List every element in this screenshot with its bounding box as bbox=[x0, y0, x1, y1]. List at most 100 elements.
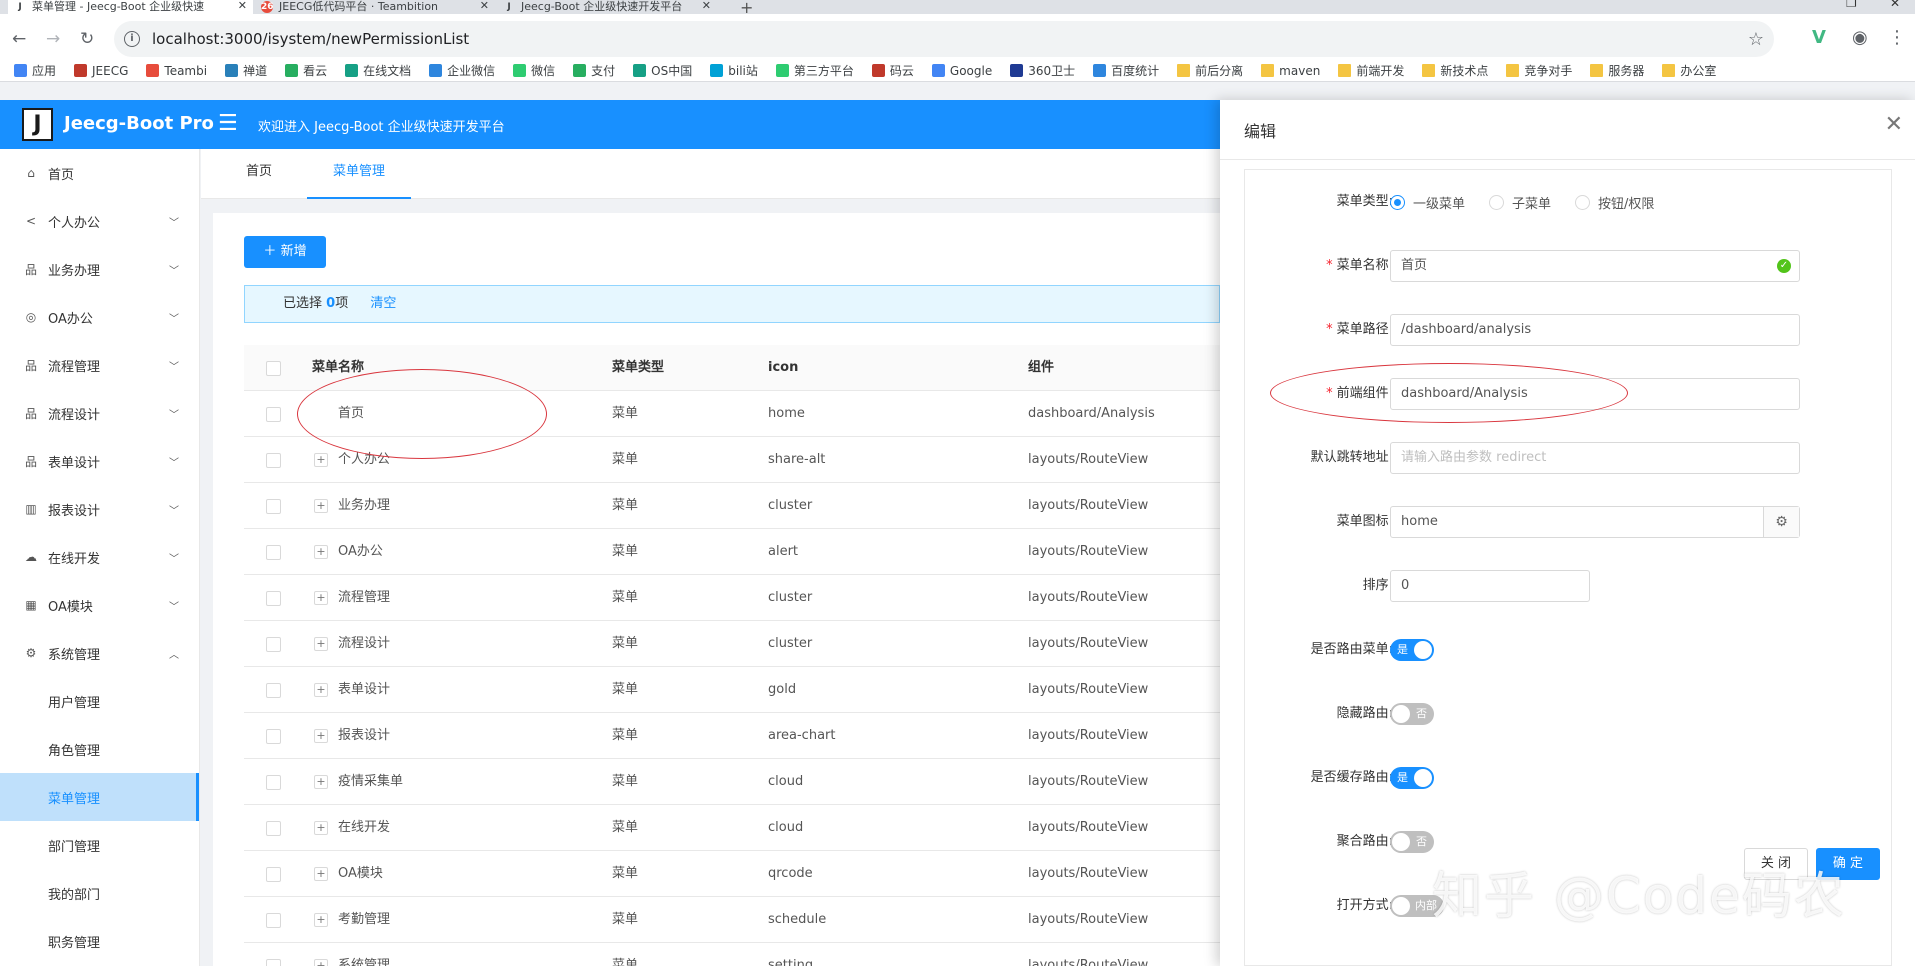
profile-avatar-icon[interactable]: ◉ bbox=[1852, 27, 1868, 48]
menu-path-input[interactable]: /dashboard/analysis bbox=[1390, 314, 1800, 346]
bookmark-item[interactable]: 在线文档 bbox=[345, 62, 411, 79]
tab-menu-management[interactable]: 菜单管理 bbox=[307, 149, 411, 199]
keep-alive-switch[interactable]: 是 bbox=[1390, 767, 1434, 789]
close-icon[interactable]: ✕ bbox=[702, 0, 711, 12]
bookmark-item[interactable]: 前后分离 bbox=[1177, 62, 1243, 79]
expand-row-icon[interactable]: + bbox=[314, 775, 328, 789]
sidebar-item-1[interactable]: < 个人办公 ﹀ bbox=[0, 197, 199, 245]
sidebar-subitem-0[interactable]: 用户管理 bbox=[0, 677, 199, 725]
sidebar-subitem-5[interactable]: 职务管理 bbox=[0, 917, 199, 965]
expand-row-icon[interactable]: + bbox=[314, 959, 328, 966]
expand-row-icon[interactable]: + bbox=[314, 913, 328, 927]
sidebar-item-10[interactable]: ⚙ 系统管理 ︿ bbox=[0, 629, 199, 677]
gear-icon[interactable]: ⚙ bbox=[1763, 507, 1799, 537]
bookmark-item[interactable]: 看云 bbox=[285, 62, 327, 79]
expand-row-icon[interactable]: + bbox=[314, 867, 328, 881]
omnibox[interactable]: i localhost:3000/isystem/newPermissionLi… bbox=[114, 21, 1774, 57]
bookmark-item[interactable]: 前端开发 bbox=[1338, 62, 1404, 79]
expand-row-icon[interactable]: + bbox=[314, 591, 328, 605]
row-checkbox[interactable] bbox=[266, 499, 281, 514]
table-row[interactable]: + 报表设计 菜单 area-chart layouts/RouteView bbox=[244, 713, 1220, 759]
clear-selection-link[interactable]: 清空 bbox=[370, 296, 396, 311]
is-route-switch[interactable]: 是 bbox=[1390, 639, 1434, 661]
bookmark-item[interactable]: 360卫士 bbox=[1010, 62, 1075, 79]
radio-sub-menu[interactable]: 子菜单 bbox=[1489, 193, 1551, 212]
browser-tab-2[interactable]: 26 JEECG低代码平台 · Teambition ✕ bbox=[255, 0, 495, 14]
row-checkbox[interactable] bbox=[266, 453, 281, 468]
sidebar-item-7[interactable]: ▥ 报表设计 ﹀ bbox=[0, 485, 199, 533]
vue-devtools-icon[interactable]: V bbox=[1812, 27, 1826, 48]
forward-icon[interactable]: → bbox=[46, 29, 60, 49]
bookmark-item[interactable]: OS中国 bbox=[633, 62, 692, 79]
sidebar-subitem-3[interactable]: 部门管理 bbox=[0, 821, 199, 869]
bookmark-item[interactable]: 服务器 bbox=[1590, 62, 1644, 79]
reload-icon[interactable]: ↻ bbox=[80, 29, 94, 49]
expand-row-icon[interactable]: + bbox=[314, 545, 328, 559]
browser-tab-3[interactable]: J Jeecg-Boot 企业级快速开发平台 ✕ bbox=[497, 0, 717, 14]
bookmark-item[interactable]: Google bbox=[931, 64, 992, 78]
bookmark-item[interactable]: 百度统计 bbox=[1093, 62, 1159, 79]
row-checkbox[interactable] bbox=[266, 729, 281, 744]
sidebar-item-2[interactable]: 品业务办理 ﹀ bbox=[0, 245, 199, 293]
sidebar-subitem-1[interactable]: 角色管理 bbox=[0, 725, 199, 773]
sidebar-item-5[interactable]: 品流程设计 ﹀ bbox=[0, 389, 199, 437]
sidebar-item-6[interactable]: 品表单设计 ﹀ bbox=[0, 437, 199, 485]
expand-row-icon[interactable]: + bbox=[314, 499, 328, 513]
row-checkbox[interactable] bbox=[266, 775, 281, 790]
table-row[interactable]: + 在线开发 菜单 cloud layouts/RouteView bbox=[244, 805, 1220, 851]
table-row[interactable]: + 流程管理 菜单 cluster layouts/RouteView bbox=[244, 575, 1220, 621]
sidebar-subitem-2[interactable]: 菜单管理 bbox=[0, 773, 199, 821]
bookmark-item[interactable]: 禅道 bbox=[225, 62, 267, 79]
row-checkbox[interactable] bbox=[266, 637, 281, 652]
table-row[interactable]: + 考勤管理 菜单 schedule layouts/RouteView bbox=[244, 897, 1220, 943]
back-icon[interactable]: ← bbox=[12, 29, 26, 49]
always-show-switch[interactable]: 否 bbox=[1390, 831, 1434, 853]
bookmark-item[interactable]: maven bbox=[1261, 64, 1320, 78]
sidebar-item-8[interactable]: ☁ 在线开发 ﹀ bbox=[0, 533, 199, 581]
bookmark-item[interactable]: 应用 bbox=[14, 62, 56, 79]
close-window-icon[interactable]: ✕ bbox=[1890, 0, 1900, 10]
row-checkbox[interactable] bbox=[266, 821, 281, 836]
maximize-icon[interactable]: ❐ bbox=[1846, 0, 1857, 10]
table-row[interactable]: + 个人办公 菜单 share-alt layouts/RouteView bbox=[244, 437, 1220, 483]
radio-button-permission[interactable]: 按钮/权限 bbox=[1575, 193, 1654, 212]
radio-top-menu[interactable]: 一级菜单 bbox=[1390, 193, 1465, 212]
table-row[interactable]: + 流程设计 菜单 cluster layouts/RouteView bbox=[244, 621, 1220, 667]
sidebar-item-9[interactable]: ▦ OA模块 ﹀ bbox=[0, 581, 199, 629]
row-checkbox[interactable] bbox=[266, 545, 281, 560]
menu-icon-input[interactable]: home ⚙ bbox=[1390, 506, 1800, 538]
redirect-input[interactable]: 请输入路由参数 redirect bbox=[1390, 442, 1800, 474]
drawer-close-icon[interactable]: ✕ bbox=[1885, 112, 1903, 137]
row-checkbox[interactable] bbox=[266, 683, 281, 698]
bookmark-item[interactable]: 新技术点 bbox=[1422, 62, 1488, 79]
tab-home[interactable]: 首页 bbox=[225, 149, 293, 199]
row-checkbox[interactable] bbox=[266, 407, 281, 422]
row-checkbox[interactable] bbox=[266, 867, 281, 882]
expand-row-icon[interactable]: + bbox=[314, 637, 328, 651]
sidebar-item-4[interactable]: 品流程管理 ﹀ bbox=[0, 341, 199, 389]
table-row[interactable]: + 系统管理 菜单 setting layouts/RouteView bbox=[244, 943, 1220, 966]
sidebar-item-3[interactable]: ◎ OA办公 ﹀ bbox=[0, 293, 199, 341]
bookmark-item[interactable]: 码云 bbox=[871, 62, 914, 79]
sidebar-subitem-4[interactable]: 我的部门 bbox=[0, 869, 199, 917]
bookmark-item[interactable]: 办公室 bbox=[1662, 62, 1716, 79]
bookmark-item[interactable]: Teambi bbox=[146, 64, 207, 78]
bookmark-item[interactable]: bili站 bbox=[710, 62, 758, 79]
bookmark-item[interactable]: 第三方平台 bbox=[775, 62, 854, 79]
close-icon[interactable]: ✕ bbox=[480, 0, 489, 12]
add-button[interactable]: ＋ 新增 bbox=[244, 236, 326, 268]
sidebar-item-0[interactable]: ⌂ 首页 bbox=[0, 149, 199, 197]
table-row[interactable]: 首页 菜单 home dashboard/Analysis bbox=[244, 391, 1220, 437]
expand-row-icon[interactable]: + bbox=[314, 729, 328, 743]
bookmark-item[interactable]: 微信 bbox=[513, 62, 555, 79]
expand-row-icon[interactable]: + bbox=[314, 821, 328, 835]
table-row[interactable]: + 疫情采集单 菜单 cloud layouts/RouteView bbox=[244, 759, 1220, 805]
site-info-icon[interactable]: i bbox=[124, 31, 140, 47]
url-text[interactable]: localhost:3000/isystem/newPermissionList bbox=[152, 30, 469, 48]
bookmark-item[interactable]: JEECG bbox=[74, 64, 128, 78]
expand-row-icon[interactable]: + bbox=[314, 683, 328, 697]
table-row[interactable]: + OA模块 菜单 qrcode layouts/RouteView bbox=[244, 851, 1220, 897]
row-checkbox[interactable] bbox=[266, 959, 281, 966]
component-input[interactable]: dashboard/Analysis bbox=[1390, 378, 1800, 410]
bookmark-item[interactable]: 支付 bbox=[573, 62, 615, 79]
